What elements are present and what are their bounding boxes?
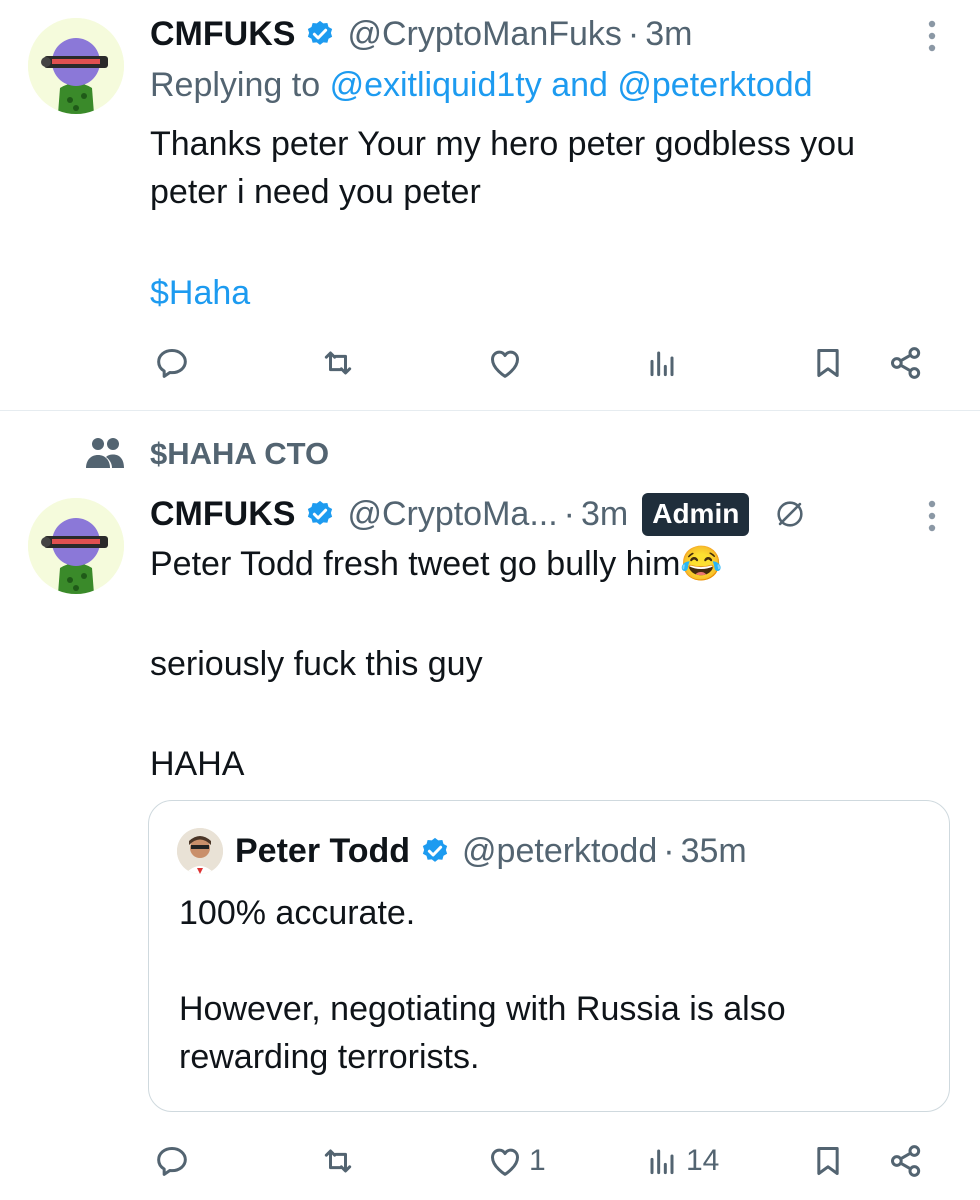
tweet-text-line: Peter Todd fresh tweet go bully him😂 bbox=[150, 545, 723, 583]
quoted-text-line: However, negotiating with Russia is also bbox=[179, 990, 786, 1028]
verified-badge-icon bbox=[420, 836, 450, 866]
like-count: 1 bbox=[529, 1144, 546, 1177]
tweet-text-line: HAHA bbox=[150, 745, 245, 783]
admin-role-badge: Admin bbox=[642, 492, 750, 536]
tweet-actions: 1 14 bbox=[0, 1136, 980, 1186]
verified-badge-icon bbox=[305, 19, 335, 49]
avatar[interactable] bbox=[28, 18, 124, 114]
moderate-icon[interactable] bbox=[773, 497, 807, 531]
reply-mention-1[interactable]: @exitliquid1ty bbox=[330, 66, 542, 104]
share-button[interactable] bbox=[886, 1136, 926, 1186]
reply-mention-2[interactable]: @peterktodd bbox=[617, 66, 812, 104]
quoted-tweet-header: Peter Todd @peterktodd · 35m bbox=[177, 828, 747, 874]
retweet-icon bbox=[318, 1141, 358, 1181]
user-handle[interactable]: @CryptoManFuks bbox=[347, 15, 621, 54]
retweet-icon bbox=[318, 343, 358, 383]
views-button[interactable] bbox=[642, 338, 682, 388]
share-button[interactable] bbox=[886, 338, 926, 388]
reply-icon bbox=[152, 1141, 192, 1181]
quoted-user-handle[interactable]: @peterktodd bbox=[462, 832, 657, 871]
avatar-image bbox=[28, 18, 124, 114]
tweet-text-line: Thanks peter Your my hero peter godbless… bbox=[150, 125, 855, 163]
quoted-display-name[interactable]: Peter Todd bbox=[235, 832, 410, 871]
tweet-text-line: peter i need you peter bbox=[150, 173, 481, 211]
display-name[interactable]: CMFUKS bbox=[150, 495, 295, 534]
reply-and: and bbox=[551, 66, 608, 104]
like-button[interactable]: 1 bbox=[485, 1136, 546, 1186]
reply-button[interactable] bbox=[152, 338, 192, 388]
like-icon bbox=[485, 343, 525, 383]
reply-button[interactable] bbox=[152, 1136, 196, 1186]
quoted-text-line: rewarding terrorists. bbox=[179, 1038, 480, 1076]
views-icon bbox=[642, 343, 682, 383]
community-name[interactable]: $HAHA CTO bbox=[150, 436, 329, 472]
divider bbox=[0, 410, 980, 411]
verified-badge-icon bbox=[305, 499, 335, 529]
replying-to: Replying to @exitliquid1ty and @peterkto… bbox=[150, 66, 813, 105]
avatar[interactable] bbox=[28, 498, 124, 594]
like-icon bbox=[485, 1141, 525, 1181]
replying-prefix: Replying to bbox=[150, 66, 321, 104]
more-options-icon[interactable] bbox=[922, 16, 942, 56]
timestamp[interactable]: 3m bbox=[581, 495, 628, 534]
bookmark-button[interactable] bbox=[808, 1136, 848, 1186]
separator-dot: · bbox=[563, 494, 575, 533]
cashtag-link[interactable]: $Haha bbox=[150, 274, 250, 313]
views-count: 14 bbox=[686, 1144, 720, 1177]
timestamp[interactable]: 3m bbox=[645, 15, 692, 54]
quoted-tweet[interactable]: Peter Todd @peterktodd · 35m 100% accura… bbox=[148, 800, 950, 1112]
avatar-image bbox=[28, 498, 124, 594]
bookmark-button[interactable] bbox=[808, 338, 848, 388]
bookmark-icon bbox=[808, 1141, 848, 1181]
views-button[interactable]: 14 bbox=[642, 1136, 719, 1186]
user-handle[interactable]: @CryptoMa... bbox=[347, 495, 557, 534]
separator-dot: · bbox=[663, 831, 675, 870]
retweet-button[interactable] bbox=[318, 1136, 362, 1186]
retweet-button[interactable] bbox=[318, 338, 358, 388]
quoted-text-line: 100% accurate. bbox=[179, 894, 416, 932]
community-context[interactable]: $HAHA CTO bbox=[84, 434, 329, 474]
tweet-header: CMFUKS @CryptoManFuks · 3m bbox=[150, 14, 692, 54]
display-name[interactable]: CMFUKS bbox=[150, 15, 295, 54]
tweet-actions bbox=[0, 338, 980, 388]
community-icon bbox=[84, 435, 126, 474]
tweet-text-line: seriously fuck this guy bbox=[150, 645, 483, 683]
tweet-reply[interactable]: CMFUKS @CryptoManFuks · 3m Replying to @… bbox=[0, 0, 980, 410]
share-icon bbox=[886, 343, 926, 383]
quoted-tweet-text: 100% accurate. However, negotiating with… bbox=[179, 889, 919, 1081]
reply-icon bbox=[152, 343, 192, 383]
tweet-header: CMFUKS @CryptoMa... · 3m Admin bbox=[150, 492, 807, 536]
tweet-text: Peter Todd fresh tweet go bully him😂 ser… bbox=[150, 540, 960, 788]
bookmark-icon bbox=[808, 343, 848, 383]
quoted-timestamp[interactable]: 35m bbox=[681, 832, 747, 871]
more-options-icon[interactable] bbox=[922, 496, 942, 536]
separator-dot: · bbox=[627, 14, 640, 53]
views-icon bbox=[642, 1141, 682, 1181]
like-button[interactable] bbox=[485, 338, 525, 388]
quoted-avatar bbox=[177, 828, 223, 874]
tweet-text: Thanks peter Your my hero peter godbless… bbox=[150, 120, 960, 216]
share-icon bbox=[886, 1141, 926, 1181]
